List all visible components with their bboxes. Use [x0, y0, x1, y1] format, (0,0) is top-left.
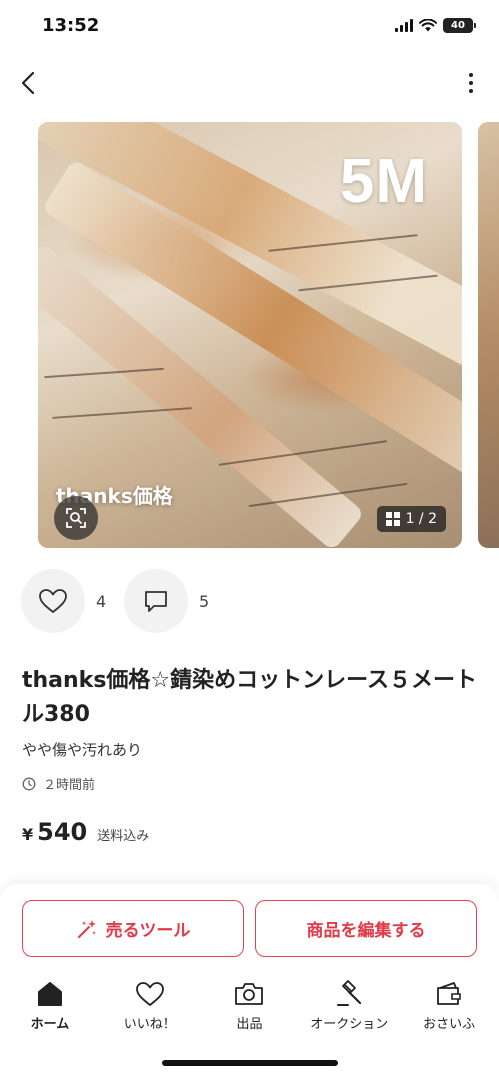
product-condition: やや傷や汚れあり: [22, 741, 143, 759]
tab-home[interactable]: ホーム: [0, 980, 100, 1040]
shipping-note: 送料込み: [97, 829, 150, 844]
camera-icon: [234, 980, 264, 1008]
heart-icon: [135, 980, 165, 1008]
tab-likes[interactable]: いいね！: [100, 980, 200, 1040]
tab-label: オークション: [310, 1017, 389, 1032]
more-dot-icon: [469, 73, 473, 77]
wifi-icon: [419, 19, 437, 32]
photo-carousel[interactable]: 5M thanks価格 1 / 2: [0, 122, 499, 550]
home-icon: [35, 980, 65, 1008]
tab-label: おさいふ: [423, 1017, 476, 1032]
sell-tool-button[interactable]: 売るツール: [22, 900, 244, 957]
tab-label: いいね！: [123, 1017, 176, 1032]
tab-auction[interactable]: オークション: [299, 980, 399, 1040]
edit-product-button[interactable]: 商品を編集する: [255, 900, 477, 957]
comment-icon: [145, 591, 167, 612]
price-currency: ¥: [22, 825, 34, 844]
like-button[interactable]: [21, 569, 85, 633]
more-options-button[interactable]: [465, 70, 477, 96]
battery-icon: 40: [443, 18, 476, 33]
more-dot-icon: [469, 89, 473, 93]
wallet-icon: [434, 980, 464, 1008]
edit-product-label: 商品を編集する: [306, 921, 426, 941]
gavel-icon: [334, 980, 364, 1008]
heart-icon: [39, 589, 67, 613]
back-button[interactable]: [14, 68, 42, 98]
product-photo[interactable]: 5M thanks価格 1 / 2: [38, 122, 462, 548]
tab-bar: ホーム いいね！ 出品 オークション おさいふ: [0, 980, 499, 1040]
tab-wallet[interactable]: おさいふ: [399, 980, 499, 1040]
posted-time-text: ２時間前: [43, 778, 96, 793]
magic-wand-icon: [77, 919, 96, 938]
zoom-button[interactable]: [54, 496, 98, 540]
sell-tool-label: 売るツール: [105, 921, 191, 941]
status-time: 13:52: [42, 15, 100, 36]
product-title: thanks価格☆錆染めコットンレース５メートル380: [22, 668, 478, 727]
comment-count: 5: [199, 592, 210, 611]
page-indicator-text: 1 / 2: [405, 511, 437, 527]
more-dot-icon: [469, 81, 473, 85]
bottom-panel: 売るツール 商品を編集する ホーム いいね！ 出品 オークション おさいふ: [0, 884, 499, 1080]
status-icons: 40: [395, 18, 476, 33]
photo-page-indicator: 1 / 2: [376, 506, 446, 532]
posted-time: ２時間前: [22, 774, 95, 793]
grid-icon: [385, 512, 400, 526]
price-value: 540: [37, 818, 88, 846]
status-bar: 13:52 40: [0, 0, 499, 56]
engagement-row: 4 5: [0, 568, 499, 634]
tab-label: ホーム: [30, 1017, 70, 1032]
chevron-left-icon: [21, 71, 35, 95]
photo-length-badge: 5M: [339, 147, 428, 216]
image-search-icon: [66, 508, 86, 528]
comment-button[interactable]: [124, 569, 188, 633]
like-count: 4: [96, 592, 107, 611]
tab-listing[interactable]: 出品: [200, 980, 300, 1040]
home-indicator: [162, 1060, 338, 1066]
price: ¥ 540 送料込み: [22, 818, 149, 846]
nav-header: [0, 60, 499, 106]
clock-icon: [22, 777, 36, 790]
next-photo-preview[interactable]: [478, 122, 499, 548]
tab-label: 出品: [236, 1017, 263, 1032]
signal-icon: [395, 19, 413, 32]
